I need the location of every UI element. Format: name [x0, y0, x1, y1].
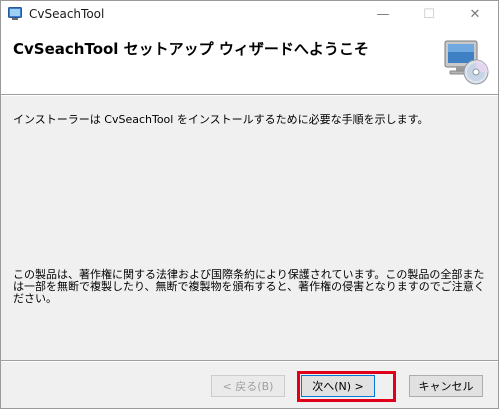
window-title: CvSeachTool: [29, 7, 105, 21]
intro-text: インストーラーは CvSeachTool をインストールするために必要な手順を示…: [13, 113, 429, 126]
title-bar: CvSeachTool — ☐ ✕: [1, 1, 498, 28]
highlight-annotation: [297, 371, 396, 402]
close-icon: ✕: [469, 7, 481, 22]
minimize-button[interactable]: —: [360, 1, 406, 28]
close-button[interactable]: ✕: [452, 1, 498, 28]
maximize-icon: ☐: [423, 7, 435, 22]
footer-divider: [1, 360, 498, 362]
page-title: CvSeachTool セットアップ ウィザードへようこそ: [13, 40, 369, 58]
header-banner: CvSeachTool セットアップ ウィザードへようこそ: [1, 28, 498, 94]
minimize-icon: —: [376, 7, 390, 22]
computer-cd-icon: [444, 40, 489, 85]
maximize-button[interactable]: ☐: [406, 1, 452, 28]
cancel-button[interactable]: キャンセル: [409, 375, 483, 397]
header-divider: [1, 94, 498, 96]
back-button[interactable]: < 戻る(B): [211, 375, 285, 397]
app-icon: [8, 7, 22, 20]
copyright-notice: この製品は、著作権に関する法律および国際条約により保護されています。この製品の全…: [13, 268, 485, 305]
installer-window: CvSeachTool — ☐ ✕ CvSeachTool セットアップ ウィザ…: [0, 0, 499, 409]
